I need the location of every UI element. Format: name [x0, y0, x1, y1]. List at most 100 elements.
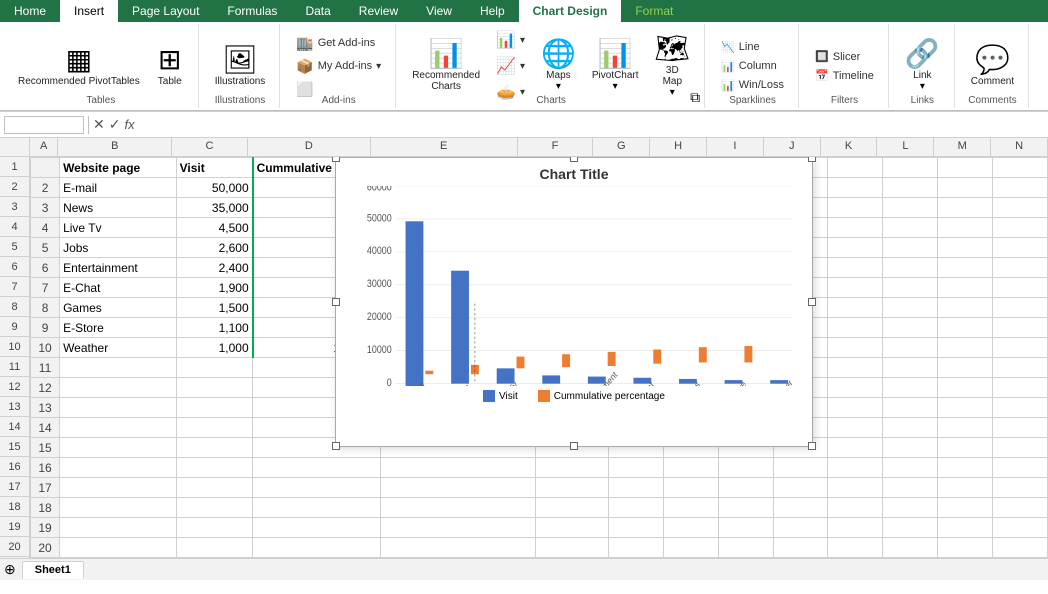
cell-k8[interactable] — [828, 298, 883, 318]
cell-b3[interactable]: News — [60, 198, 177, 218]
cell-b7[interactable]: E-Chat — [60, 278, 177, 298]
cell-b12[interactable] — [60, 378, 177, 398]
row-num-15[interactable]: 15 — [0, 437, 29, 457]
cell-g20[interactable] — [608, 538, 663, 558]
cell-m13[interactable] — [938, 398, 993, 418]
line-sparkline-button[interactable]: 📉 Line — [715, 39, 790, 56]
cell-m14[interactable] — [938, 418, 993, 438]
cell-d16[interactable] — [253, 458, 381, 478]
cell-k9[interactable] — [828, 318, 883, 338]
cell-c3[interactable]: 35,000 — [176, 198, 253, 218]
cell-m9[interactable] — [938, 318, 993, 338]
cell-n15[interactable] — [993, 438, 1048, 458]
cell-j16[interactable] — [773, 458, 828, 478]
cell-a16[interactable]: 16 — [31, 458, 60, 478]
row-num-5[interactable]: 5 — [0, 237, 29, 257]
link-button[interactable]: 🔗 Link ▾ — [899, 36, 946, 96]
cell-c12[interactable] — [176, 378, 253, 398]
cell-n9[interactable] — [993, 318, 1048, 338]
recommended-pivot-tables-button[interactable]: ▦ Recommended PivotTables — [12, 42, 146, 91]
cell-k15[interactable] — [828, 438, 883, 458]
cell-c2[interactable]: 50,000 — [176, 178, 253, 198]
cell-b16[interactable] — [60, 458, 177, 478]
cell-h19[interactable] — [663, 518, 718, 538]
cell-m19[interactable] — [938, 518, 993, 538]
col-header-m[interactable]: M — [934, 138, 991, 156]
row-num-1[interactable]: 1 — [0, 157, 29, 177]
col-header-j[interactable]: J — [764, 138, 821, 156]
resize-handle-bottom-left[interactable] — [332, 442, 340, 450]
cell-l12[interactable] — [883, 378, 938, 398]
cell-k16[interactable] — [828, 458, 883, 478]
3d-map-button[interactable]: 🗺 3DMap ▾ — [649, 31, 697, 102]
cell-m4[interactable] — [938, 218, 993, 238]
cell-k11[interactable] — [828, 358, 883, 378]
cell-m16[interactable] — [938, 458, 993, 478]
cell-k7[interactable] — [828, 278, 883, 298]
cell-g19[interactable] — [608, 518, 663, 538]
cell-g18[interactable] — [608, 498, 663, 518]
cell-k1[interactable] — [828, 158, 883, 178]
get-addins-button[interactable]: 🏬 Get Add-ins — [290, 33, 387, 54]
cell-a5[interactable]: 5 — [31, 238, 60, 258]
row-num-14[interactable]: 14 — [0, 417, 29, 437]
cell-l1[interactable] — [883, 158, 938, 178]
row-num-7[interactable]: 7 — [0, 277, 29, 297]
cell-k12[interactable] — [828, 378, 883, 398]
col-header-l[interactable]: L — [877, 138, 934, 156]
cell-k5[interactable] — [828, 238, 883, 258]
resize-handle-bottom-center[interactable] — [570, 442, 578, 450]
cell-k19[interactable] — [828, 518, 883, 538]
cell-a11[interactable]: 11 — [31, 358, 60, 378]
cell-m15[interactable] — [938, 438, 993, 458]
cell-h16[interactable] — [663, 458, 718, 478]
resize-handle-top-left[interactable] — [332, 157, 340, 162]
cell-b8[interactable]: Games — [60, 298, 177, 318]
cell-c17[interactable] — [176, 478, 253, 498]
cell-n14[interactable] — [993, 418, 1048, 438]
cell-b13[interactable] — [60, 398, 177, 418]
cell-k3[interactable] — [828, 198, 883, 218]
cell-c1[interactable]: Visit — [176, 158, 253, 178]
row-num-8[interactable]: 8 — [0, 297, 29, 317]
row-num-6[interactable]: 6 — [0, 257, 29, 277]
col-header-i[interactable]: I — [707, 138, 764, 156]
comment-button[interactable]: 💬 Comment — [965, 42, 1020, 91]
cell-l14[interactable] — [883, 418, 938, 438]
cell-g16[interactable] — [608, 458, 663, 478]
cell-a15[interactable]: 15 — [31, 438, 60, 458]
cell-c7[interactable]: 1,900 — [176, 278, 253, 298]
winloss-sparkline-button[interactable]: 📊 Win/Loss — [715, 77, 790, 94]
cell-b19[interactable] — [60, 518, 177, 538]
my-addins-button[interactable]: 📦 My Add-ins ▾ — [290, 56, 387, 77]
cell-k20[interactable] — [828, 538, 883, 558]
cell-i16[interactable] — [718, 458, 773, 478]
cell-j20[interactable] — [773, 538, 828, 558]
cell-b14[interactable] — [60, 418, 177, 438]
cell-a13[interactable]: 13 — [31, 398, 60, 418]
cell-l11[interactable] — [883, 358, 938, 378]
col-header-b[interactable]: B — [58, 138, 172, 156]
cell-n13[interactable] — [993, 398, 1048, 418]
row-num-9[interactable]: 9 — [0, 317, 29, 337]
resize-handle-bottom-right[interactable] — [808, 442, 816, 450]
cell-f16[interactable] — [535, 458, 608, 478]
cell-l4[interactable] — [883, 218, 938, 238]
cell-c10[interactable]: 1,000 — [176, 338, 253, 358]
cell-m6[interactable] — [938, 258, 993, 278]
row-num-19[interactable]: 19 — [0, 517, 29, 537]
cell-c11[interactable] — [176, 358, 253, 378]
cell-m10[interactable] — [938, 338, 993, 358]
row-num-18[interactable]: 18 — [0, 497, 29, 517]
cell-n2[interactable] — [993, 178, 1048, 198]
cell-i17[interactable] — [718, 478, 773, 498]
cell-c18[interactable] — [176, 498, 253, 518]
cell-n18[interactable] — [993, 498, 1048, 518]
cell-n16[interactable] — [993, 458, 1048, 478]
row-num-4[interactable]: 4 — [0, 217, 29, 237]
cell-k6[interactable] — [828, 258, 883, 278]
cell-c20[interactable] — [176, 538, 253, 558]
tab-format[interactable]: Format — [621, 0, 687, 22]
cell-c19[interactable] — [176, 518, 253, 538]
cell-f18[interactable] — [535, 498, 608, 518]
